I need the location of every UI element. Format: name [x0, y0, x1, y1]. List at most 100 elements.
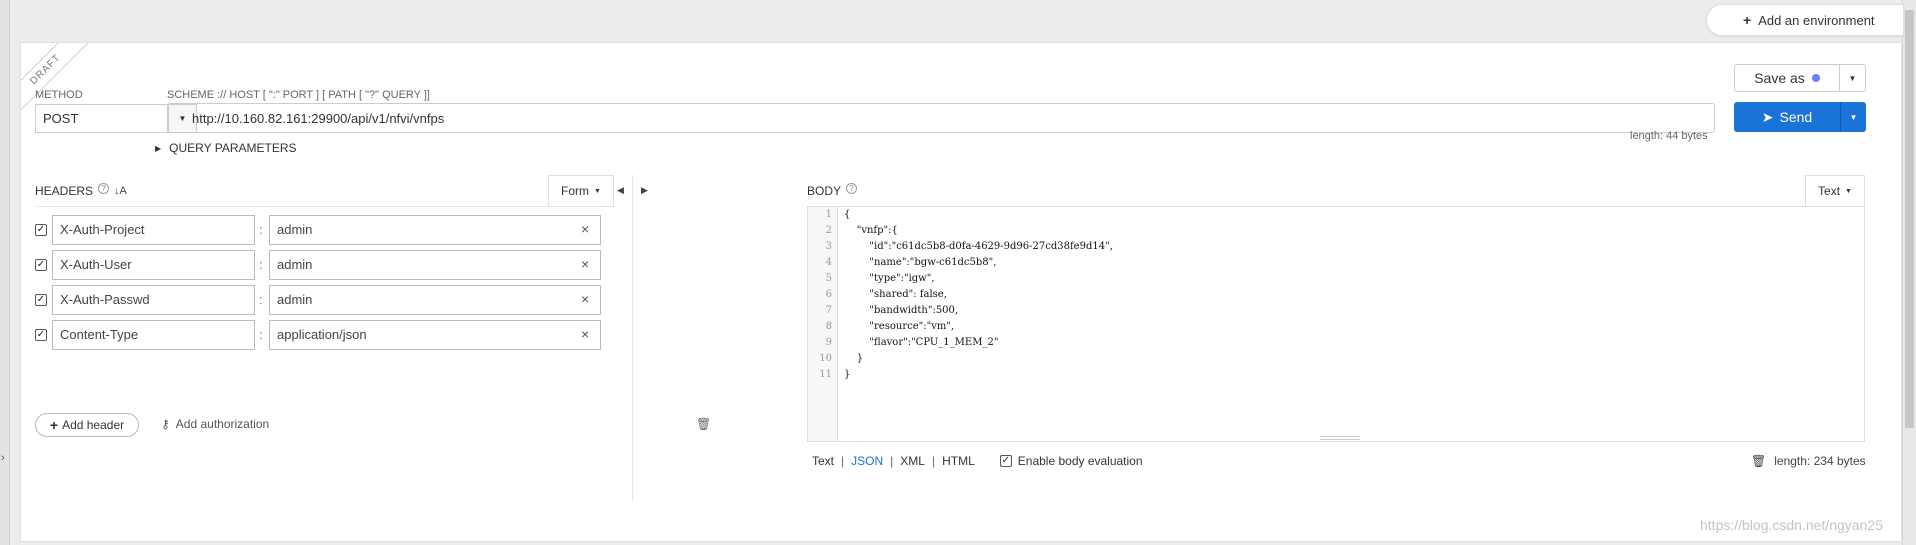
remove-header-icon[interactable]: × — [581, 326, 589, 342]
format-html-option[interactable]: HTML — [942, 454, 975, 468]
remove-header-icon[interactable]: × — [581, 256, 589, 272]
format-separator: | — [841, 454, 845, 468]
collapse-left-icon[interactable]: ◀ — [617, 185, 624, 196]
url-input[interactable]: http://10.160.82.161:29900/api/v1/nfvi/v… — [167, 103, 1715, 133]
remove-header-icon[interactable]: × — [581, 221, 589, 237]
code-line: "type":"igw", — [844, 273, 935, 284]
url-length: length: 44 bytes — [1630, 130, 1708, 142]
add-header-button[interactable]: + Add header — [35, 413, 139, 437]
header-key-input[interactable]: X-Auth-User — [52, 250, 255, 280]
line-number: 2 — [825, 225, 832, 236]
request-card: DRAFT Save as ▼ METHOD SCHEME :// HOST [… — [20, 42, 1902, 542]
chevron-right-icon[interactable]: › — [1, 452, 5, 464]
line-number: 1 — [825, 209, 832, 220]
body-editor[interactable]: 1 2 3 4 5 6 7 8 9 10 11 { "vnfp":{ "id":… — [807, 206, 1865, 442]
body-label: BODY — [807, 184, 842, 198]
caret-down-icon: ▼ — [594, 187, 601, 195]
header-value-input[interactable]: admin — [269, 250, 601, 280]
enable-body-evaluation-label: Enable body evaluation — [1017, 454, 1143, 468]
line-number: 6 — [825, 289, 832, 300]
line-number: 5 — [825, 273, 832, 284]
add-authorization-link[interactable]: ⚷ Add authorization — [161, 417, 269, 431]
body-title: BODY ? — [807, 182, 858, 198]
left-collapse-strip[interactable]: › — [0, 0, 10, 545]
format-separator: | — [890, 454, 894, 468]
scrollbar-thumb[interactable] — [1905, 10, 1914, 428]
line-number: 9 — [825, 337, 832, 348]
query-parameters-label: QUERY PARAMETERS — [169, 141, 297, 155]
header-colon: : — [259, 292, 263, 307]
query-parameters-toggle[interactable]: ▶ QUERY PARAMETERS — [155, 141, 297, 155]
headers-label: HEADERS — [35, 184, 94, 198]
add-environment-button[interactable]: + Add an environment — [1706, 4, 1904, 36]
body-mode-label: Text — [1818, 184, 1841, 198]
code-line: "id":"c61dc5b8-d0fa-4629-9d96-27cd38fe9d… — [844, 241, 1113, 252]
add-environment-label: Add an environment — [1758, 12, 1875, 28]
trash-icon[interactable]: 🗑 — [1751, 454, 1766, 468]
save-as-button-group[interactable]: Save as ▼ — [1734, 64, 1866, 92]
headers-mode-button[interactable]: Form ▼ — [548, 175, 614, 207]
enable-body-evaluation[interactable]: ✓ Enable body evaluation — [999, 454, 1143, 468]
header-row: ✓ X-Auth-Passwd : admin × — [35, 285, 735, 315]
collapse-right-icon[interactable]: ▶ — [641, 185, 648, 196]
send-button[interactable]: ➤ Send — [1734, 102, 1840, 132]
sort-icon[interactable]: ↓A — [114, 185, 127, 197]
page-scrollbar[interactable] — [1902, 0, 1916, 545]
add-authorization-label: Add authorization — [175, 417, 270, 431]
line-number: 10 — [819, 353, 832, 364]
format-separator: | — [931, 454, 936, 468]
header-enabled-checkbox[interactable]: ✓ — [35, 329, 47, 341]
code-area[interactable]: { "vnfp":{ "id":"c61dc5b8-d0fa-4629-9d96… — [844, 207, 1113, 383]
headers-mode-label: Form — [561, 184, 590, 198]
code-line: "shared": false, — [844, 289, 947, 300]
line-number: 11 — [819, 369, 832, 380]
header-row: ✓ X-Auth-Project : admin × — [35, 215, 735, 245]
body-mode-button[interactable]: Text ▼ — [1805, 175, 1865, 207]
trash-icon[interactable]: 🗑 — [696, 417, 711, 431]
format-xml-option[interactable]: XML — [900, 454, 925, 468]
save-as-label: Save as — [1754, 70, 1805, 86]
header-colon: : — [259, 222, 263, 237]
remove-header-icon[interactable]: × — [581, 291, 589, 307]
body-length-info: 🗑 length: 234 bytes — [1751, 454, 1866, 468]
add-header-label: Add header — [62, 418, 125, 432]
help-icon[interactable]: ? — [846, 182, 858, 194]
send-button-group[interactable]: ➤ Send ▼ — [1734, 102, 1866, 132]
format-text-option[interactable]: Text — [812, 454, 834, 468]
plus-icon: + — [1743, 12, 1752, 28]
line-number: 3 — [825, 241, 832, 252]
header-enabled-checkbox[interactable]: ✓ — [35, 294, 47, 306]
header-enabled-checkbox[interactable]: ✓ — [35, 259, 47, 271]
editor-resize-handle[interactable] — [1320, 436, 1360, 440]
header-key-input[interactable]: X-Auth-Project — [52, 215, 255, 245]
line-number: 8 — [825, 321, 832, 332]
headers-separator — [35, 206, 603, 207]
code-line: "name":"bgw-c61dc5b8", — [844, 257, 997, 268]
header-value-input[interactable]: admin — [269, 285, 601, 315]
method-value: POST — [43, 111, 79, 126]
unsaved-dot-icon — [1811, 74, 1820, 82]
enable-body-evaluation-checkbox[interactable]: ✓ — [999, 455, 1012, 467]
scheme-label: SCHEME :// HOST [ ":" PORT ] [ PATH [ "?… — [167, 89, 430, 101]
header-enabled-checkbox[interactable]: ✓ — [35, 224, 47, 236]
help-icon[interactable]: ? — [98, 182, 110, 194]
save-as-dropdown[interactable]: ▼ — [1839, 65, 1865, 91]
code-line: } — [844, 369, 851, 380]
format-json-option[interactable]: JSON — [851, 454, 883, 468]
header-key-input[interactable]: Content-Type — [52, 320, 255, 350]
code-line: "flavor":"CPU_1_MEM_2" — [844, 337, 999, 348]
save-as-button[interactable]: Save as — [1735, 65, 1839, 91]
body-length: length: 234 bytes — [1774, 454, 1866, 468]
header-key-input[interactable]: X-Auth-Passwd — [52, 285, 255, 315]
header-value-input[interactable]: admin — [269, 215, 601, 245]
header-row: ✓ X-Auth-User : admin × — [35, 250, 735, 280]
paper-plane-icon: ➤ — [1761, 108, 1774, 125]
header-value-input[interactable]: application/json — [269, 320, 601, 350]
line-number: 4 — [825, 257, 832, 268]
body-format-switcher: Text | JSON | XML | HTML ✓ Enable body e… — [812, 454, 1143, 468]
header-colon: : — [259, 327, 263, 342]
send-dropdown[interactable]: ▼ — [1840, 102, 1866, 132]
key-icon: ⚷ — [161, 417, 170, 431]
code-line: "vnfp":{ — [844, 225, 898, 236]
method-label: METHOD — [35, 89, 83, 101]
